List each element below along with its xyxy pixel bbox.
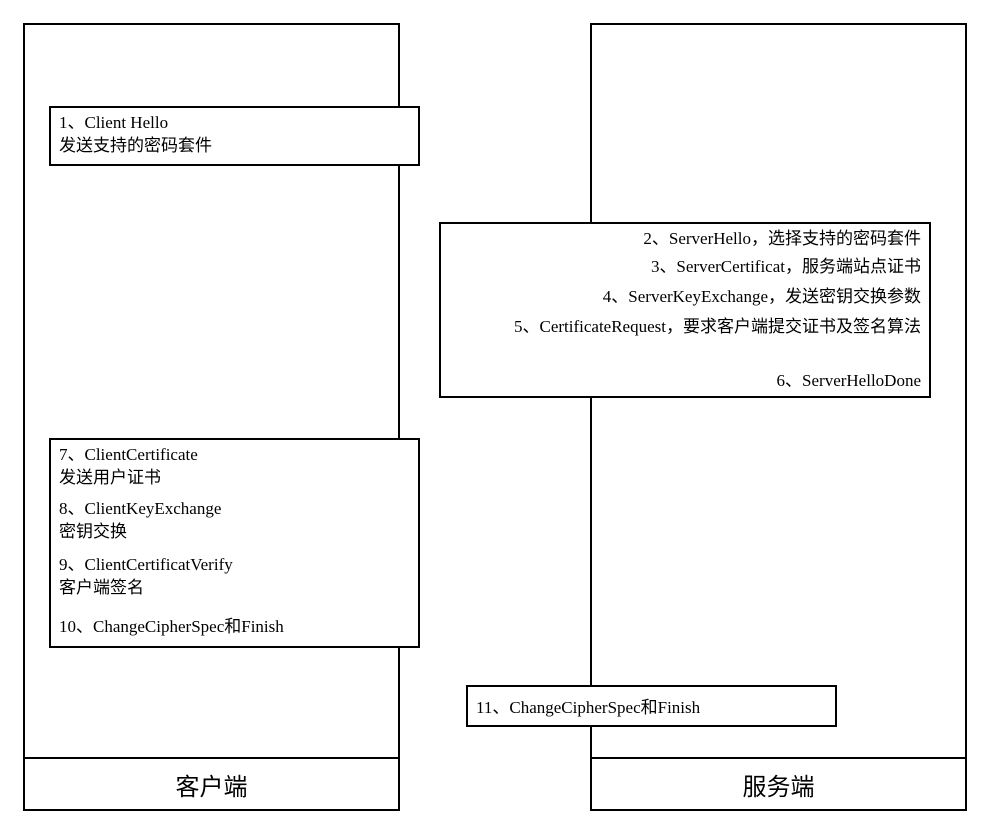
step-10: 10、ChangeCipherSpec和Finish	[49, 606, 420, 648]
lane-server-label: 服务端	[592, 757, 965, 809]
step-4: 4、ServerKeyExchange，发送密钥交换参数	[439, 282, 931, 314]
step-8: 8、ClientKeyExchange 密钥交换	[49, 494, 420, 552]
step-11: 11、ChangeCipherSpec和Finish	[466, 685, 837, 727]
step-9: 9、ClientCertificatVerify 客户端签名	[49, 550, 420, 608]
step-7: 7、ClientCertificate 发送用户证书	[49, 438, 420, 496]
step-6: 6、ServerHelloDone	[439, 366, 931, 398]
step-5: 5、CertificateRequest，要求客户端提交证书及签名算法	[439, 312, 931, 368]
step-3: 3、ServerCertificat，服务端站点证书	[439, 252, 931, 284]
lane-client-label: 客户端	[25, 757, 398, 809]
step-2: 2、ServerHello，选择支持的密码套件	[439, 222, 931, 254]
step-1: 1、Client Hello 发送支持的密码套件	[49, 106, 420, 166]
